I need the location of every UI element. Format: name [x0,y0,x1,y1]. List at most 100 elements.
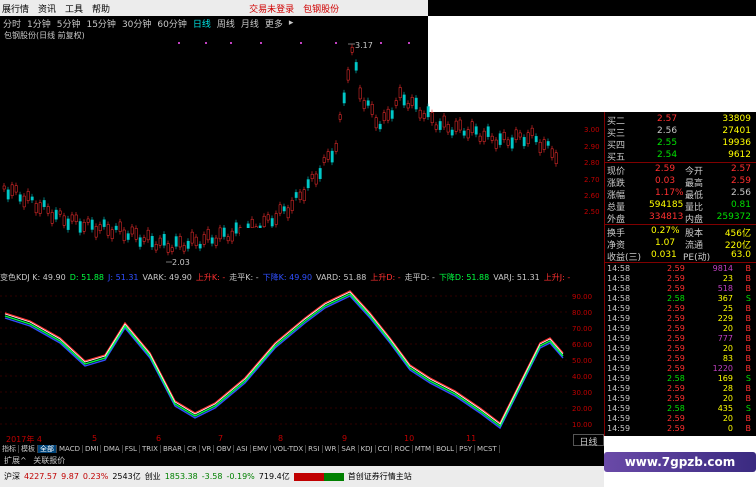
tick-row[interactable]: 14:58 2.59 9814 B [605,264,755,274]
tick-row[interactable]: 14:59 2.59 0 B [605,424,755,434]
tick-volume: 23 [722,274,733,283]
candlestick-chart[interactable]: 3.17 2.03 3.00 2.90 2.80 2.70 2.60 2.50 [0,36,604,272]
period-minute-line[interactable]: 分时 [0,17,24,30]
indicator-tab[interactable]: BRAR [160,445,185,453]
tick-row[interactable]: 14:59 2.59 25 B [605,304,755,314]
indicator-tab[interactable]: SAR [339,445,359,453]
indicator-tab[interactable]: BOLL [434,445,458,453]
tick-row[interactable]: 14:58 2.59 518 B [605,284,755,294]
tick-row[interactable]: 14:59 2.58 169 S [605,374,755,384]
candle [442,115,446,128]
period-60min[interactable]: 60分钟 [154,17,189,30]
tick-row[interactable]: 14:59 2.59 777 B [605,334,755,344]
tick-side: B [745,304,752,313]
period-30min[interactable]: 30分钟 [119,17,154,30]
indicator-tab[interactable]: ASI [234,445,251,453]
price-tick: 2.90 [584,143,600,151]
menu-item-market[interactable]: 展行情 [0,2,36,15]
indicator-tab[interactable]: ROC [392,445,413,453]
candle [202,234,206,245]
period-daily[interactable]: 日线 [190,17,214,30]
tick-row[interactable]: 14:58 2.59 23 B [605,274,755,284]
stat-value: 1.07 [655,238,676,248]
kdj-value: 上升K: - [195,273,226,282]
tick-row[interactable]: 14:59 2.59 1220 B [605,364,755,374]
indicator-tab[interactable]: VOL-TDX [270,445,307,453]
indicator-tab[interactable]: DMI [82,445,102,453]
candle [410,97,414,106]
indicator-tab[interactable]: MACD [57,445,83,453]
indicator-tab[interactable]: TRIX [139,445,161,453]
tick-row[interactable]: 14:59 2.58 435 S [605,404,755,414]
menu-item-tools[interactable]: 工具 [63,2,90,15]
more-arrow-icon[interactable]: ▸ [286,18,297,28]
period-more[interactable]: 更多 [262,17,286,30]
tick-time: 14:59 [607,384,631,393]
tick-row[interactable]: 14:59 2.59 28 B [605,384,755,394]
tick-volume: 20 [722,414,733,423]
indicator-tab[interactable]: OBV [214,445,235,453]
trade-status[interactable]: 交易未登录 [247,2,301,15]
candle [534,136,538,143]
indicator-tab[interactable]: EMV [250,445,271,453]
tick-row[interactable]: 14:59 2.59 20 B [605,394,755,404]
kdj-value: J: 51.31 [108,273,139,282]
indicator-tab[interactable]: CR [185,445,200,453]
index-bar: 沪深 4227.57 9.87 0.23% 2543亿 创业 1853.38 -… [0,466,604,487]
period-weekly[interactable]: 周线 [214,17,238,30]
period-1min[interactable]: 1分钟 [24,17,54,30]
indicator-tab[interactable]: MTM [412,445,435,453]
candle [470,121,474,133]
tick-row[interactable]: 14:59 2.59 20 B [605,344,755,354]
tick-row[interactable]: 14:58 2.58 367 S [605,294,755,304]
bid-row[interactable]: 买五 2.54 9612 [605,150,755,163]
indicator-tab[interactable]: DMA [101,445,123,453]
kdj-tick: 40.00 [572,373,592,381]
period-15min[interactable]: 15分钟 [83,17,118,30]
tick-row[interactable]: 14:59 2.59 229 B [605,314,755,324]
candle [362,100,366,109]
candle [538,141,542,153]
bid-row[interactable]: 买三 2.56 27401 [605,126,755,139]
bid-row[interactable]: 买四 2.55 19936 [605,138,755,151]
kdj-value: VARK: 49.90 [142,273,192,282]
cy-label[interactable]: 创业 [145,471,161,482]
broker-name[interactable]: 首创证券行情主站 [348,471,412,482]
indicator-tab[interactable]: CCI [375,445,393,453]
candle [314,173,318,185]
tick-side: B [745,384,752,393]
k-line [4,290,564,425]
indicator-tab[interactable]: MCST [475,445,500,453]
kdj-chart[interactable]: 90.00 80.00 70.00 60.00 50.00 40.00 30.0… [0,284,604,434]
tick-row[interactable]: 14:59 2.59 20 B [605,324,755,334]
indicator-tab[interactable]: 模板 [19,445,38,453]
indicator-tab[interactable]: WR [322,445,340,453]
related-quotes[interactable]: 关联报价 [33,456,65,465]
indicator-tab[interactable]: PSY [457,445,476,453]
candle [318,168,322,179]
indicator-tab[interactable]: VR [199,445,215,453]
period-button[interactable]: 日线 [573,434,604,448]
indicator-tab[interactable]: FSL [122,445,140,453]
menu-item-help[interactable]: 帮助 [90,2,117,15]
indicator-tab[interactable]: 全部 [38,445,57,453]
stat-value: 334813 [649,212,684,222]
candle [306,179,310,189]
stat-row: 总量 594185 量比 0.81 [605,200,755,213]
expand-toggle[interactable]: 扩展^ [4,456,27,465]
tick-row[interactable]: 14:59 2.59 20 B [605,414,755,424]
x-tick: 10 [404,434,415,443]
candle [170,247,174,252]
tick-row[interactable]: 14:59 2.59 83 B [605,354,755,364]
bid-price: 2.57 [657,114,678,124]
indicator-tab[interactable]: KDJ [358,445,376,453]
candle [350,47,354,53]
indicator-tab[interactable]: 指标 [0,445,19,453]
period-monthly[interactable]: 月线 [238,17,262,30]
bid-row[interactable]: 买二 2.57 33809 [605,114,755,127]
indicator-tab[interactable]: RSI [306,445,323,453]
sh-label[interactable]: 沪深 [4,471,20,482]
period-5min[interactable]: 5分钟 [54,17,84,30]
menu-item-news[interactable]: 资讯 [36,2,63,15]
kdj-value: 下降K: 49.90 [262,273,313,282]
